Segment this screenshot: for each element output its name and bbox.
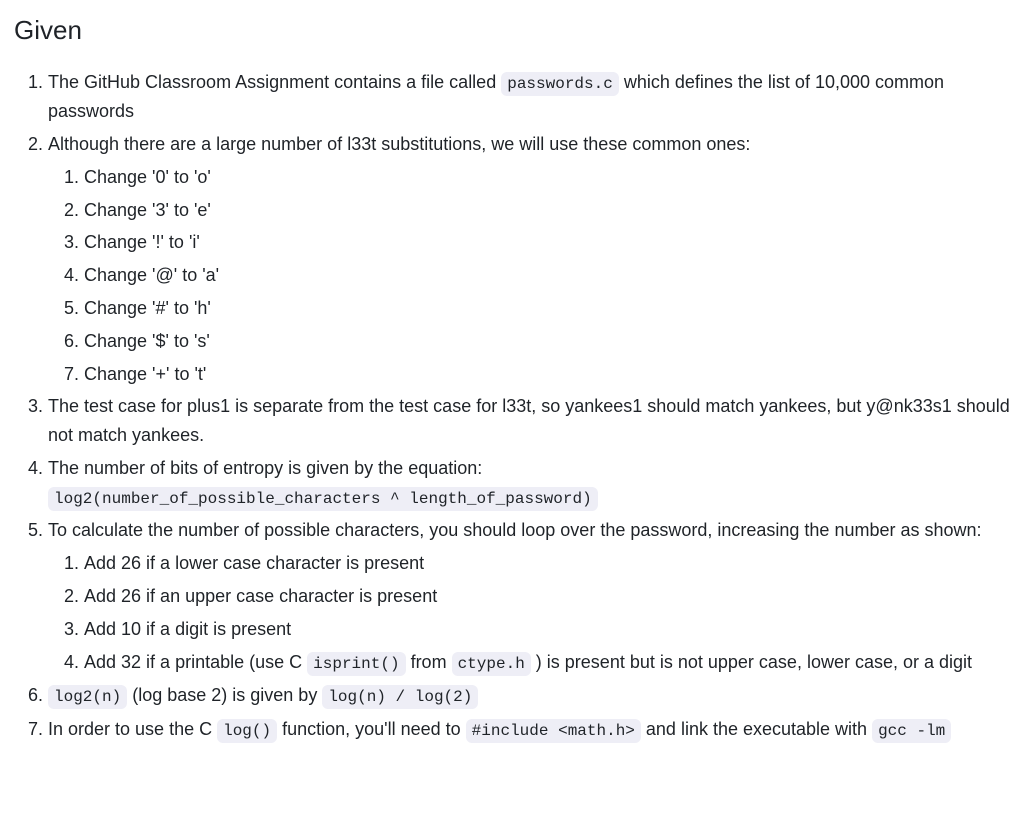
- text: ) is present but is not upper case, lowe…: [531, 652, 972, 672]
- list-item: Change '@' to 'a': [84, 261, 1010, 290]
- list-item: Add 10 if a digit is present: [84, 615, 1010, 644]
- list-item: Add 26 if a lower case character is pres…: [84, 549, 1010, 578]
- code-inline: passwords.c: [501, 72, 619, 96]
- code-inline: log(): [217, 719, 277, 743]
- list-item: Change '#' to 'h': [84, 294, 1010, 323]
- sub-list: Add 26 if a lower case character is pres…: [48, 549, 1010, 677]
- text: from: [406, 652, 452, 672]
- text: Although there are a large number of l33…: [48, 134, 750, 154]
- section-heading: Given: [14, 10, 1010, 52]
- text: and link the executable with: [641, 719, 872, 739]
- text: function, you'll need to: [277, 719, 466, 739]
- text: (log base 2) is given by: [127, 685, 322, 705]
- code-inline: isprint(): [307, 652, 405, 676]
- list-item: Add 32 if a printable (use C isprint() f…: [84, 648, 1010, 678]
- given-list: The GitHub Classroom Assignment contains…: [14, 68, 1010, 745]
- code-inline: gcc -lm: [872, 719, 951, 743]
- code-inline: log2(n): [48, 685, 127, 709]
- list-item: The GitHub Classroom Assignment contains…: [48, 68, 1010, 126]
- list-item: In order to use the C log() function, yo…: [48, 715, 1010, 745]
- code-inline: ctype.h: [452, 652, 531, 676]
- list-item: log2(n) (log base 2) is given by log(n) …: [48, 681, 1010, 711]
- list-item: Change '$' to 's': [84, 327, 1010, 356]
- code-inline: log(n) / log(2): [322, 685, 478, 709]
- list-item: Change '0' to 'o': [84, 163, 1010, 192]
- list-item: The number of bits of entropy is given b…: [48, 454, 1010, 512]
- code-inline: #include <math.h>: [466, 719, 641, 743]
- list-item: Although there are a large number of l33…: [48, 130, 1010, 388]
- list-item: Change '!' to 'i': [84, 228, 1010, 257]
- list-item: Change '3' to 'e': [84, 196, 1010, 225]
- text: The GitHub Classroom Assignment contains…: [48, 72, 501, 92]
- text: To calculate the number of possible char…: [48, 520, 982, 540]
- text: The number of bits of entropy is given b…: [48, 458, 482, 478]
- code-inline: log2(number_of_possible_characters ^ len…: [48, 487, 598, 511]
- list-item: Change '+' to 't': [84, 360, 1010, 389]
- list-item: To calculate the number of possible char…: [48, 516, 1010, 677]
- sub-list: Change '0' to 'o' Change '3' to 'e' Chan…: [48, 163, 1010, 389]
- list-item: Add 26 if an upper case character is pre…: [84, 582, 1010, 611]
- text: Add 32 if a printable (use C: [84, 652, 307, 672]
- list-item: The test case for plus1 is separate from…: [48, 392, 1010, 450]
- text: In order to use the C: [48, 719, 217, 739]
